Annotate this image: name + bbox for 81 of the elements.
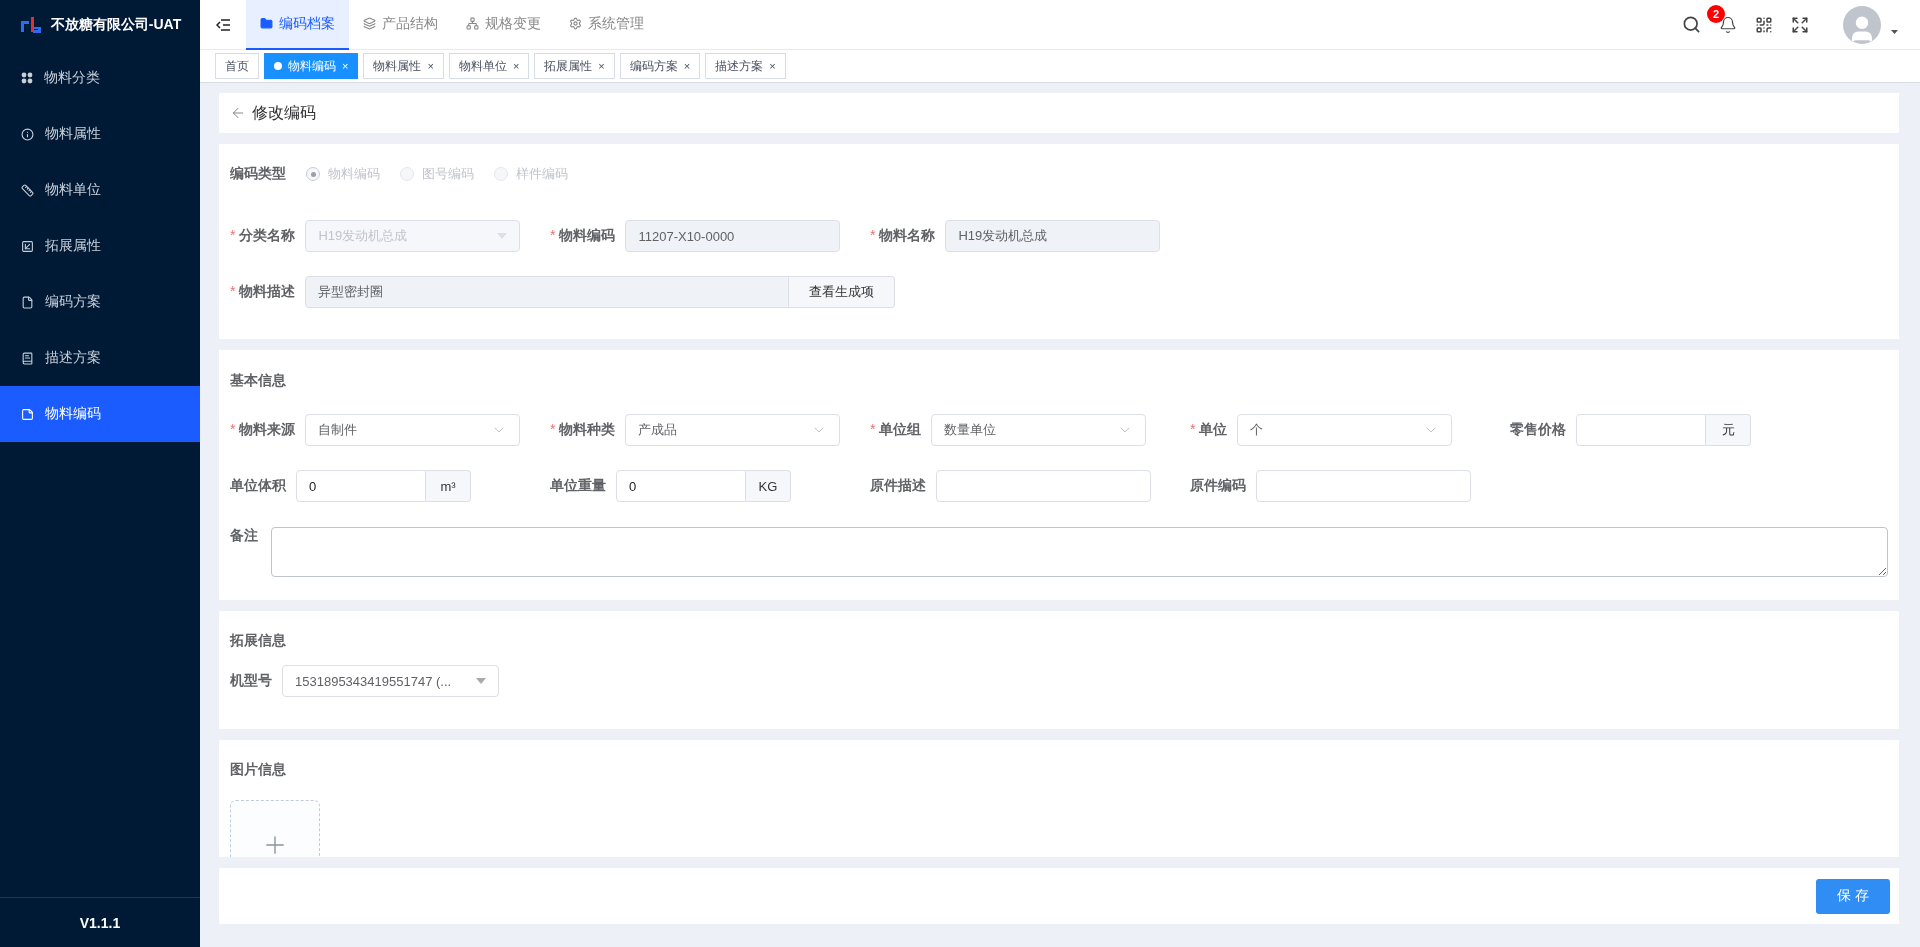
fullscreen-button[interactable] <box>1791 15 1809 34</box>
section-title: 基本信息 <box>230 371 287 390</box>
page-tag[interactable]: 首页 <box>215 53 259 79</box>
caret-icon <box>497 233 508 239</box>
caret-icon <box>476 678 486 684</box>
hierarchy-icon <box>466 17 479 30</box>
logo-icon <box>18 15 43 35</box>
dot-icon <box>274 62 282 70</box>
unit-addon: 元 <box>1706 414 1751 446</box>
file-icon <box>21 295 34 309</box>
square-icon <box>21 239 34 253</box>
section-title: 拓展信息 <box>230 631 287 650</box>
field-label: * 物料来源 <box>230 421 296 439</box>
select-field[interactable]: 个 <box>1237 414 1453 446</box>
nav-tab[interactable]: 编码档案 <box>246 0 349 50</box>
nav-tab[interactable]: 规格变更 <box>452 0 555 50</box>
layers-icon <box>363 17 376 30</box>
folder-icon <box>260 17 273 30</box>
page-tag[interactable]: 物料属性 × <box>363 53 444 79</box>
version-label: V1.1.1 <box>79 914 121 931</box>
notification-button[interactable] <box>1719 15 1737 34</box>
close-button[interactable]: × <box>512 60 520 72</box>
caret-icon[interactable] <box>1891 29 1898 34</box>
field-label: * 物料描述 <box>230 283 296 301</box>
app-title: 不放糖有限公司-UAT <box>50 16 182 34</box>
note-icon <box>21 407 34 421</box>
avatar[interactable] <box>1843 5 1881 44</box>
input-field[interactable] <box>1576 414 1706 446</box>
sidebar-item[interactable]: 描述方案 <box>0 330 200 386</box>
search-button[interactable] <box>1682 15 1701 34</box>
section-title: 图片信息 <box>230 760 287 779</box>
field-label: * 物料种类 <box>550 421 616 439</box>
field-label: 备注 <box>230 527 258 545</box>
select-field[interactable]: 数量单位 <box>931 414 1147 446</box>
settings-icon <box>569 17 582 30</box>
field-label: 原件编码 <box>1190 477 1246 495</box>
info-icon <box>21 127 34 141</box>
input-field[interactable] <box>936 470 1151 502</box>
close-button[interactable]: × <box>683 60 691 72</box>
select-field[interactable]: 1531895343419551747 (... <box>282 665 499 697</box>
field-label: 机型号 <box>230 672 272 690</box>
unit-addon: m³ <box>426 470 471 502</box>
input-field[interactable] <box>1256 470 1471 502</box>
sidebar-item[interactable]: 拓展属性 <box>0 218 200 274</box>
qr-code-button[interactable] <box>1755 15 1773 34</box>
book-icon <box>21 351 34 365</box>
field-label: 零售价格 <box>1510 421 1566 439</box>
field-label: 原件描述 <box>870 477 926 495</box>
field-label: * 物料名称 <box>870 227 936 245</box>
field-label: 单位重量 <box>550 477 606 495</box>
field-label: 单位体积 <box>230 477 286 495</box>
remark-field[interactable] <box>271 527 1888 577</box>
sidebar-item[interactable]: 物料单位 <box>0 162 200 218</box>
field-label: 编码类型 <box>230 165 286 183</box>
four-dots-icon <box>21 72 33 84</box>
page-title: 修改编码 <box>252 102 316 123</box>
field-label: * 分类名称 <box>230 227 296 245</box>
close-button[interactable]: × <box>598 60 605 72</box>
nav-tab[interactable]: 产品结构 <box>349 0 452 50</box>
sidebar-item[interactable]: 物料编码 <box>0 386 200 442</box>
nav-tab[interactable]: 系统管理 <box>555 0 658 50</box>
page-tag[interactable]: 拓展属性 × <box>534 53 615 79</box>
ruler-icon <box>21 183 34 197</box>
field-label: * 单位组 <box>870 421 922 439</box>
close-button[interactable]: × <box>427 60 434 72</box>
close-button[interactable]: × <box>769 60 776 72</box>
field-label: * 物料编码 <box>550 227 616 245</box>
sidebar-item[interactable]: 物料分类 <box>0 50 200 106</box>
select-field[interactable]: 自制件 <box>305 414 521 446</box>
page-tag[interactable]: 物料单位 × <box>448 53 530 79</box>
unit-addon: KG <box>746 470 791 502</box>
input-field[interactable]: 0 <box>616 470 746 502</box>
page-tag[interactable]: 编码方案 × <box>619 53 701 79</box>
notification-badge: 2 <box>1707 4 1725 23</box>
page-tag[interactable]: 描述方案 × <box>705 53 786 79</box>
field-label: * 单位 <box>1190 421 1228 439</box>
sidebar-item[interactable]: 编码方案 <box>0 274 200 330</box>
sidebar-item[interactable]: 物料属性 <box>0 106 200 162</box>
collapse-menu-icon <box>216 18 230 31</box>
input-field[interactable]: 0 <box>296 470 426 502</box>
select-field[interactable]: 产成品 <box>625 414 841 446</box>
